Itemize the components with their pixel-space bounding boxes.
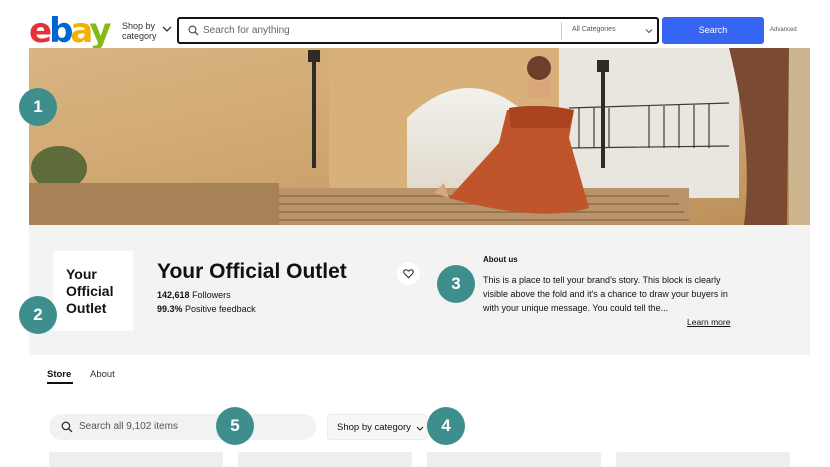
category-select[interactable]: All Categories — [572, 26, 616, 33]
search-button[interactable]: Search — [662, 17, 764, 44]
callout-2: 2 — [19, 296, 57, 334]
store-name: Your Official Outlet — [157, 260, 347, 283]
logo-letter-a: a — [70, 11, 92, 51]
search-input[interactable]: Search for anything — [203, 25, 290, 36]
logo-letter-e: e — [29, 11, 52, 51]
followers-count: 142,618 — [157, 290, 190, 300]
search-divider — [561, 22, 562, 40]
shop-by-category-dropdown[interactable]: Shop by category — [327, 414, 427, 440]
chevron-down-icon — [645, 29, 653, 34]
chevron-down-icon — [416, 426, 424, 431]
shop-by-category-button[interactable]: Shop by category — [122, 21, 174, 41]
store-feedback: 99.3% Positive feedback — [157, 304, 256, 314]
about-us-title: About us — [483, 255, 518, 264]
store-banner-image — [29, 48, 810, 225]
store-followers: 142,618 Followers — [157, 290, 231, 300]
logo-letter-y: y — [89, 11, 111, 51]
store-search-input[interactable]: Search all 9,102 items — [79, 421, 178, 432]
tab-about[interactable]: About — [90, 369, 115, 380]
search-icon — [61, 421, 73, 433]
item-card[interactable] — [427, 452, 601, 467]
item-card[interactable] — [616, 452, 790, 467]
logo-letter-b: b — [49, 11, 73, 51]
store-logo-line: Your — [66, 266, 97, 282]
store-logo-text: Your Official Outlet — [66, 266, 113, 317]
about-us-text: This is a place to tell your brand's sto… — [483, 275, 728, 313]
tab-store[interactable]: Store — [47, 369, 71, 380]
heart-icon — [403, 269, 414, 279]
followers-label: Followers — [192, 290, 231, 300]
learn-more-link[interactable]: Learn more — [687, 317, 730, 327]
search-bar[interactable]: Search for anything All Categories — [177, 17, 659, 44]
shop-by-category-dropdown-label: Shop by category — [337, 422, 411, 433]
feedback-percent: 99.3% — [157, 304, 183, 314]
callout-5: 5 — [216, 407, 254, 445]
store-search-bar[interactable]: Search all 9,102 items — [49, 414, 316, 440]
save-store-button[interactable] — [397, 262, 420, 285]
store-logo: Your Official Outlet — [53, 251, 133, 331]
chevron-down-icon — [162, 26, 172, 32]
store-logo-line: Outlet — [66, 300, 107, 316]
callout-1: 1 — [19, 88, 57, 126]
item-card[interactable] — [49, 452, 223, 467]
shop-by-category-label: Shop by category — [122, 21, 157, 41]
search-icon — [188, 25, 199, 36]
ebay-logo[interactable]: ebay — [29, 11, 112, 51]
item-card[interactable] — [238, 452, 412, 467]
advanced-search-link[interactable]: Advanced — [770, 27, 797, 33]
feedback-label: Positive feedback — [185, 304, 256, 314]
callout-4: 4 — [427, 407, 465, 445]
active-tab-indicator — [47, 382, 73, 384]
banner-photo — [29, 48, 810, 225]
store-logo-line: Official — [66, 283, 114, 299]
callout-3: 3 — [437, 265, 475, 303]
